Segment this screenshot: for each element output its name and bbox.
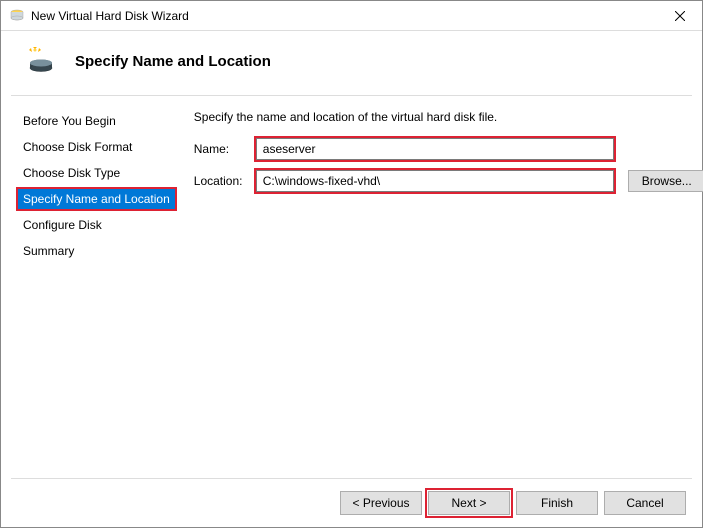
wizard-body: Before You Begin Choose Disk Format Choo… bbox=[1, 96, 702, 478]
window-title: New Virtual Hard Disk Wizard bbox=[31, 9, 657, 23]
name-input[interactable] bbox=[256, 138, 614, 160]
sidebar-item-configure-disk[interactable]: Configure Disk bbox=[17, 214, 176, 236]
next-button[interactable]: Next > bbox=[428, 491, 510, 515]
wizard-steps-sidebar: Before You Begin Choose Disk Format Choo… bbox=[11, 96, 176, 478]
sidebar-item-summary[interactable]: Summary bbox=[17, 240, 176, 262]
wizard-footer: < Previous Next > Finish Cancel bbox=[11, 478, 692, 527]
browse-button[interactable]: Browse... bbox=[628, 170, 703, 192]
sidebar-item-before-you-begin[interactable]: Before You Begin bbox=[17, 110, 176, 132]
wizard-main-panel: Specify the name and location of the vir… bbox=[176, 96, 703, 478]
page-title: Specify Name and Location bbox=[75, 53, 271, 70]
disk-wizard-icon bbox=[25, 45, 57, 77]
sidebar-item-specify-name-location[interactable]: Specify Name and Location bbox=[17, 188, 176, 210]
wizard-window: New Virtual Hard Disk Wizard Specify Nam… bbox=[0, 0, 703, 528]
cancel-button[interactable]: Cancel bbox=[604, 491, 686, 515]
location-input[interactable] bbox=[256, 170, 614, 192]
previous-button[interactable]: < Previous bbox=[340, 491, 422, 515]
sidebar-item-choose-disk-format[interactable]: Choose Disk Format bbox=[17, 136, 176, 158]
sidebar-item-choose-disk-type[interactable]: Choose Disk Type bbox=[17, 162, 176, 184]
instruction-text: Specify the name and location of the vir… bbox=[194, 110, 703, 124]
wizard-header: Specify Name and Location bbox=[1, 31, 702, 95]
disk-icon bbox=[9, 8, 25, 24]
finish-button[interactable]: Finish bbox=[516, 491, 598, 515]
name-row: Name: bbox=[194, 138, 703, 160]
location-row: Location: Browse... bbox=[194, 170, 703, 192]
location-label: Location: bbox=[194, 174, 250, 188]
titlebar: New Virtual Hard Disk Wizard bbox=[1, 1, 702, 31]
close-button[interactable] bbox=[657, 1, 702, 30]
name-label: Name: bbox=[194, 142, 250, 156]
